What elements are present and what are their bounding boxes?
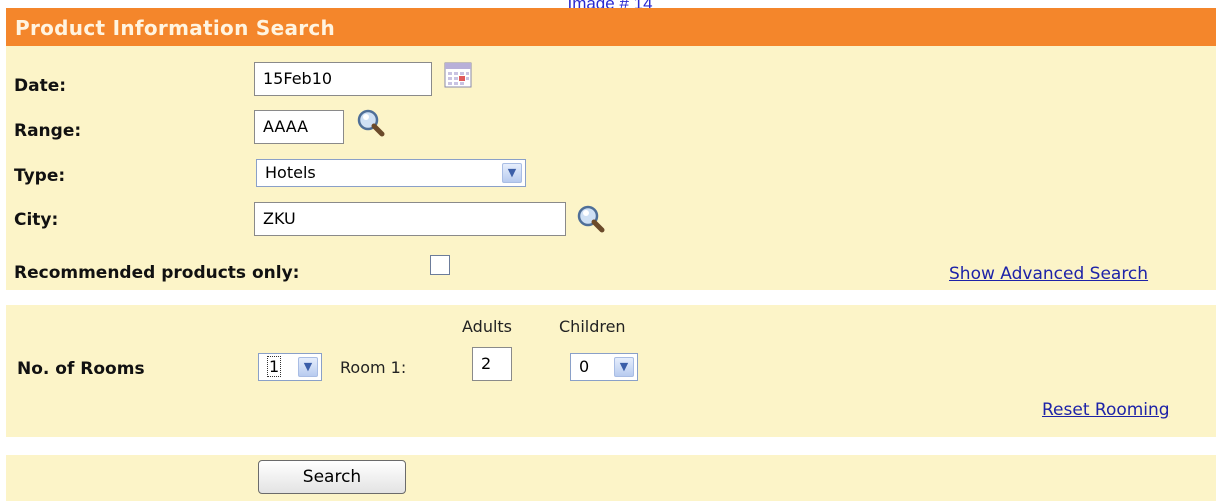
adults-header: Adults xyxy=(462,317,513,336)
show-advanced-search-link[interactable]: Show Advanced Search xyxy=(949,264,1148,284)
type-select[interactable]: Hotels ▼ xyxy=(256,159,526,187)
range-label: Range: xyxy=(14,121,82,141)
adults-input[interactable]: 2 xyxy=(472,347,512,381)
room-count-value: 1 xyxy=(267,356,282,377)
range-input[interactable]: AAAA xyxy=(254,110,344,144)
children-select[interactable]: 0 ▼ xyxy=(570,353,638,381)
reset-rooming-link[interactable]: Reset Rooming xyxy=(1042,400,1170,420)
city-label: City: xyxy=(14,210,59,230)
page-header: Product Information Search xyxy=(6,8,1216,46)
children-header: Children xyxy=(559,317,626,336)
rooming-panel: Adults Children No. of Rooms 1 ▼ Room 1:… xyxy=(6,305,1216,437)
search-form-panel: Date: 15Feb10 Range: AAAA Type: Hotels ▼… xyxy=(6,46,1216,290)
room-1-label: Room 1: xyxy=(340,358,407,377)
date-input[interactable]: 15Feb10 xyxy=(254,62,432,96)
room-count-select[interactable]: 1 ▼ xyxy=(258,353,322,381)
recommended-checkbox[interactable] xyxy=(430,255,450,275)
calendar-icon[interactable] xyxy=(444,62,472,88)
city-input[interactable]: ZKU xyxy=(254,202,566,236)
city-lookup-magnifier-icon[interactable] xyxy=(576,204,606,234)
type-select-value: Hotels xyxy=(265,163,316,182)
search-button[interactable]: Search xyxy=(258,460,406,494)
page-title: Product Information Search xyxy=(15,16,336,40)
date-label: Date: xyxy=(14,76,67,96)
children-select-value: 0 xyxy=(579,357,590,376)
chevron-down-icon: ▼ xyxy=(614,357,634,377)
chevron-down-icon: ▼ xyxy=(298,357,318,377)
rooms-label: No. of Rooms xyxy=(17,359,145,379)
recommended-label: Recommended products only: xyxy=(14,263,300,283)
range-lookup-magnifier-icon[interactable] xyxy=(356,108,386,138)
type-label: Type: xyxy=(14,166,66,186)
chevron-down-icon: ▼ xyxy=(502,163,522,183)
search-action-bar: Search xyxy=(6,455,1216,501)
